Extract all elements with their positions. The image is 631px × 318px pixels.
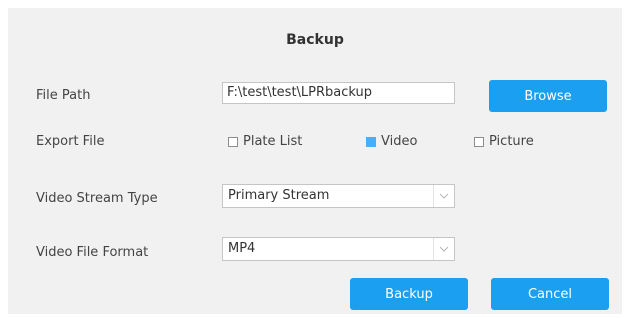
plate-list-checkbox-box[interactable]: [228, 136, 238, 147]
video-file-format-value: MP4: [228, 241, 256, 256]
plate-list-checkbox[interactable]: Plate List: [228, 134, 302, 149]
backup-dialog: Backup File Path F:\test\test\LPRbackup …: [8, 8, 622, 314]
video-checkbox-label: Video: [381, 134, 418, 149]
video-checkbox[interactable]: Video: [366, 134, 417, 149]
picture-checkbox-label: Picture: [489, 134, 534, 149]
file-path-label: File Path: [36, 88, 91, 103]
plate-list-checkbox-label: Plate List: [243, 134, 303, 149]
video-stream-type-value: Primary Stream: [228, 188, 330, 203]
video-checkbox-box[interactable]: [366, 136, 376, 147]
video-file-format-label: Video File Format: [36, 245, 149, 260]
video-stream-type-label: Video Stream Type: [36, 191, 158, 206]
chevron-down-icon[interactable]: [433, 238, 454, 260]
browse-button[interactable]: Browse: [489, 80, 607, 112]
file-path-input[interactable]: F:\test\test\LPRbackup: [222, 82, 455, 104]
export-file-label: Export File: [36, 134, 105, 149]
picture-checkbox-box[interactable]: [474, 136, 484, 147]
video-stream-type-select[interactable]: Primary Stream: [222, 184, 455, 208]
picture-checkbox[interactable]: Picture: [474, 134, 534, 149]
dialog-title: Backup: [286, 32, 344, 48]
chevron-down-icon[interactable]: [433, 185, 454, 207]
backup-button[interactable]: Backup: [350, 278, 468, 310]
video-file-format-select[interactable]: MP4: [222, 237, 455, 261]
cancel-button[interactable]: Cancel: [491, 278, 609, 310]
